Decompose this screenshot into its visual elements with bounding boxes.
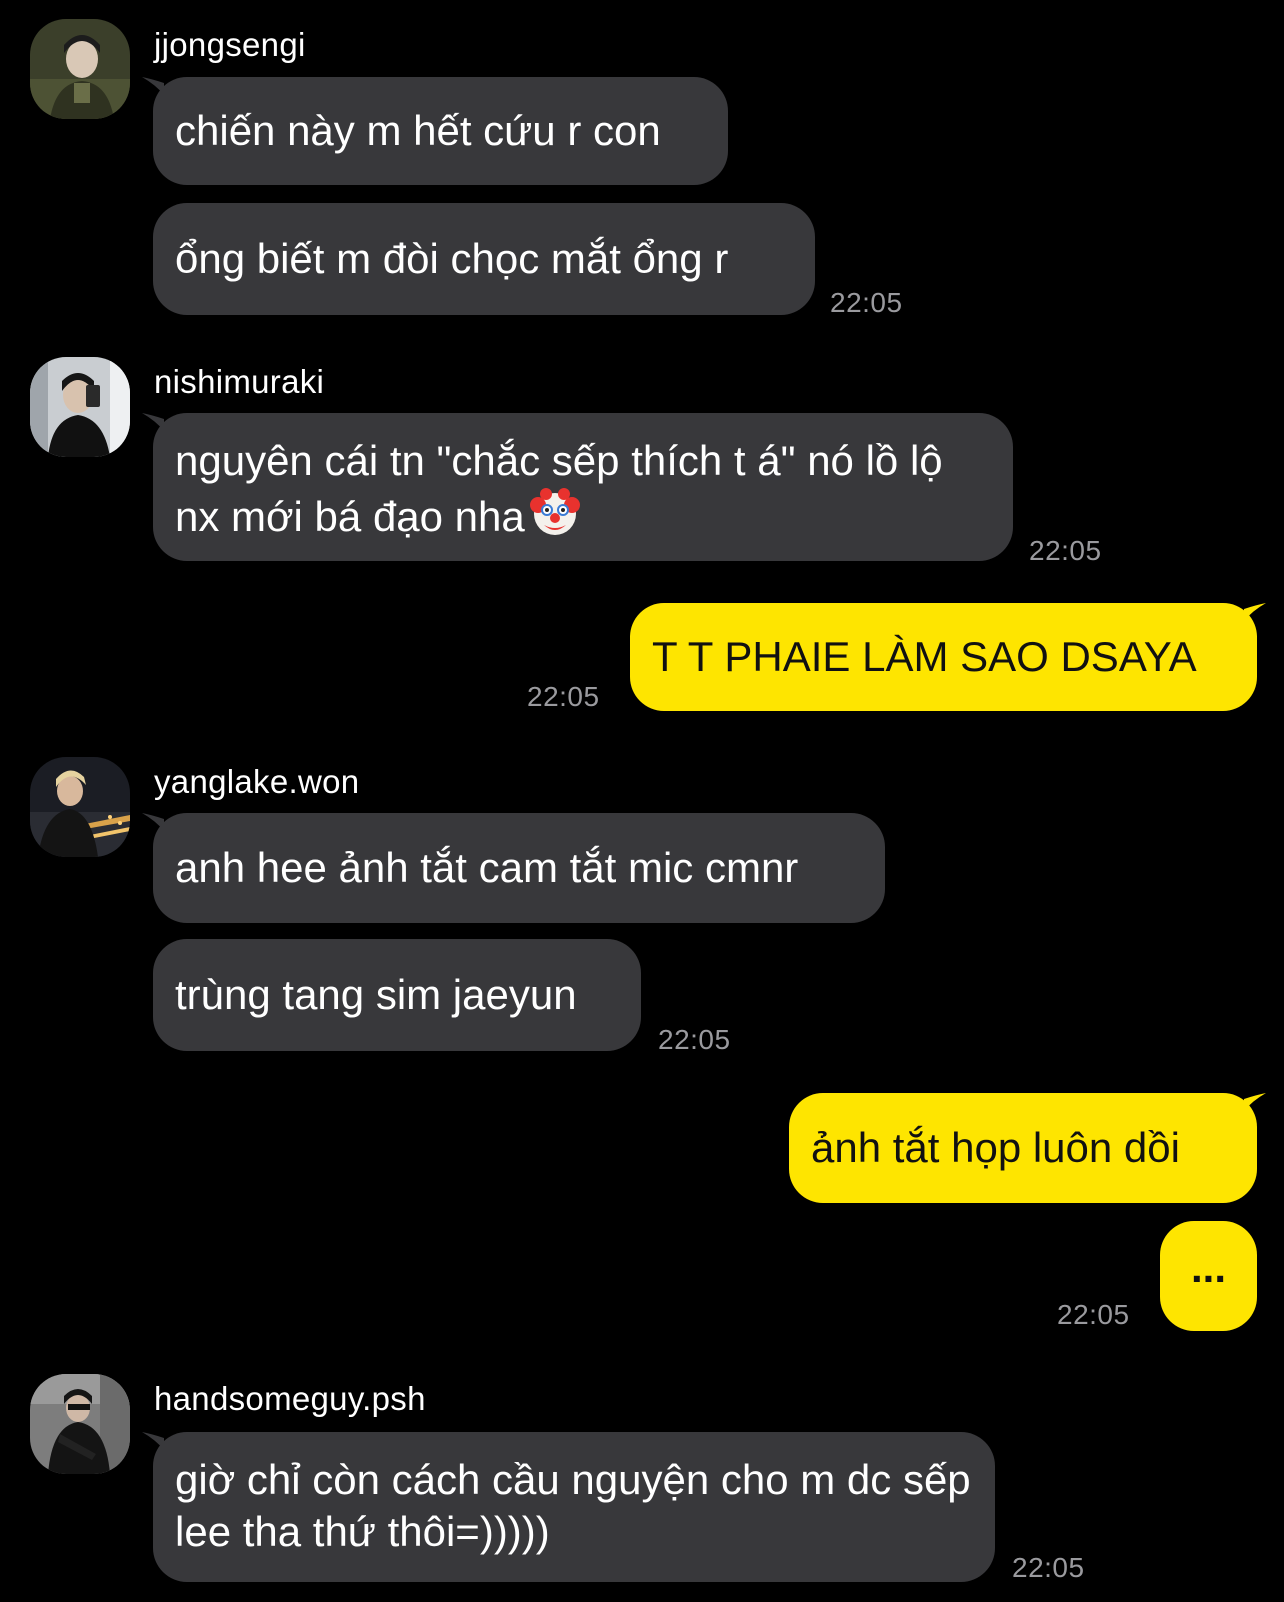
timestamp: 22:05 xyxy=(527,681,600,712)
sender-name: nishimuraki xyxy=(154,363,325,400)
message-bubble[interactable]: giờ chỉ còn cách cầu nguyện cho m dc sếp… xyxy=(153,1432,995,1582)
timestamp: 22:05 xyxy=(658,1024,731,1055)
message-bubble[interactable]: nguyên cái tn "chắc sếp thích t á" nó lồ… xyxy=(153,413,1013,561)
message-text: trùng tang sim jaeyun xyxy=(175,971,577,1018)
message-text: ảnh tắt họp luôn dồi xyxy=(811,1124,1180,1171)
timestamp: 22:05 xyxy=(1029,535,1102,566)
timestamp: 22:05 xyxy=(1012,1552,1085,1583)
message-bubble[interactable]: chiến này m hết cứu r con xyxy=(153,77,728,185)
message-bubble[interactable]: ổng biết m đòi chọc mắt ổng r xyxy=(153,203,815,315)
avatar-yanglake-won[interactable] xyxy=(30,757,130,857)
bubble-tail-icon xyxy=(1244,1093,1266,1111)
message-bubble[interactable]: trùng tang sim jaeyun xyxy=(153,939,641,1051)
message-bubble[interactable]: T T PHAIE LÀM SAO DSAYA xyxy=(630,603,1257,711)
sender-name: jjongsengi xyxy=(154,26,306,63)
clown-face-emoji-icon xyxy=(529,488,580,535)
avatar-photo-icon xyxy=(30,357,130,457)
message-text: T T PHAIE LÀM SAO DSAYA xyxy=(652,633,1197,680)
message-text: chiến này m hết cứu r con xyxy=(175,107,661,154)
message-text: anh hee ảnh tắt cam tắt mic cmnr xyxy=(175,844,799,891)
avatar-photo-icon xyxy=(30,757,130,857)
message-text: ổng biết m đòi chọc mắt ổng r xyxy=(175,235,729,282)
avatar-photo-icon xyxy=(30,1374,130,1474)
message-text: nguyên cái tn "chắc sếp thích t á" nó lồ… xyxy=(175,435,991,543)
timestamp: 22:05 xyxy=(1057,1299,1130,1330)
avatar-nishimuraki[interactable] xyxy=(30,357,130,457)
message-text: ... xyxy=(1190,1244,1226,1291)
avatar-jjongsengi[interactable] xyxy=(30,19,130,119)
avatar-photo-icon xyxy=(30,19,130,119)
message-bubble[interactable]: ... xyxy=(1160,1221,1257,1331)
message-text: giờ chỉ còn cách cầu nguyện cho m dc sếp… xyxy=(175,1456,971,1555)
avatar-handsomeguy-psh[interactable] xyxy=(30,1374,130,1474)
message-bubble[interactable]: ảnh tắt họp luôn dồi xyxy=(789,1093,1257,1203)
message-bubble[interactable]: anh hee ảnh tắt cam tắt mic cmnr xyxy=(153,813,885,923)
sender-name: yanglake.won xyxy=(154,763,360,800)
bubble-tail-icon xyxy=(1244,603,1266,621)
timestamp: 22:05 xyxy=(830,287,903,318)
sender-name: handsomeguy.psh xyxy=(154,1380,426,1417)
